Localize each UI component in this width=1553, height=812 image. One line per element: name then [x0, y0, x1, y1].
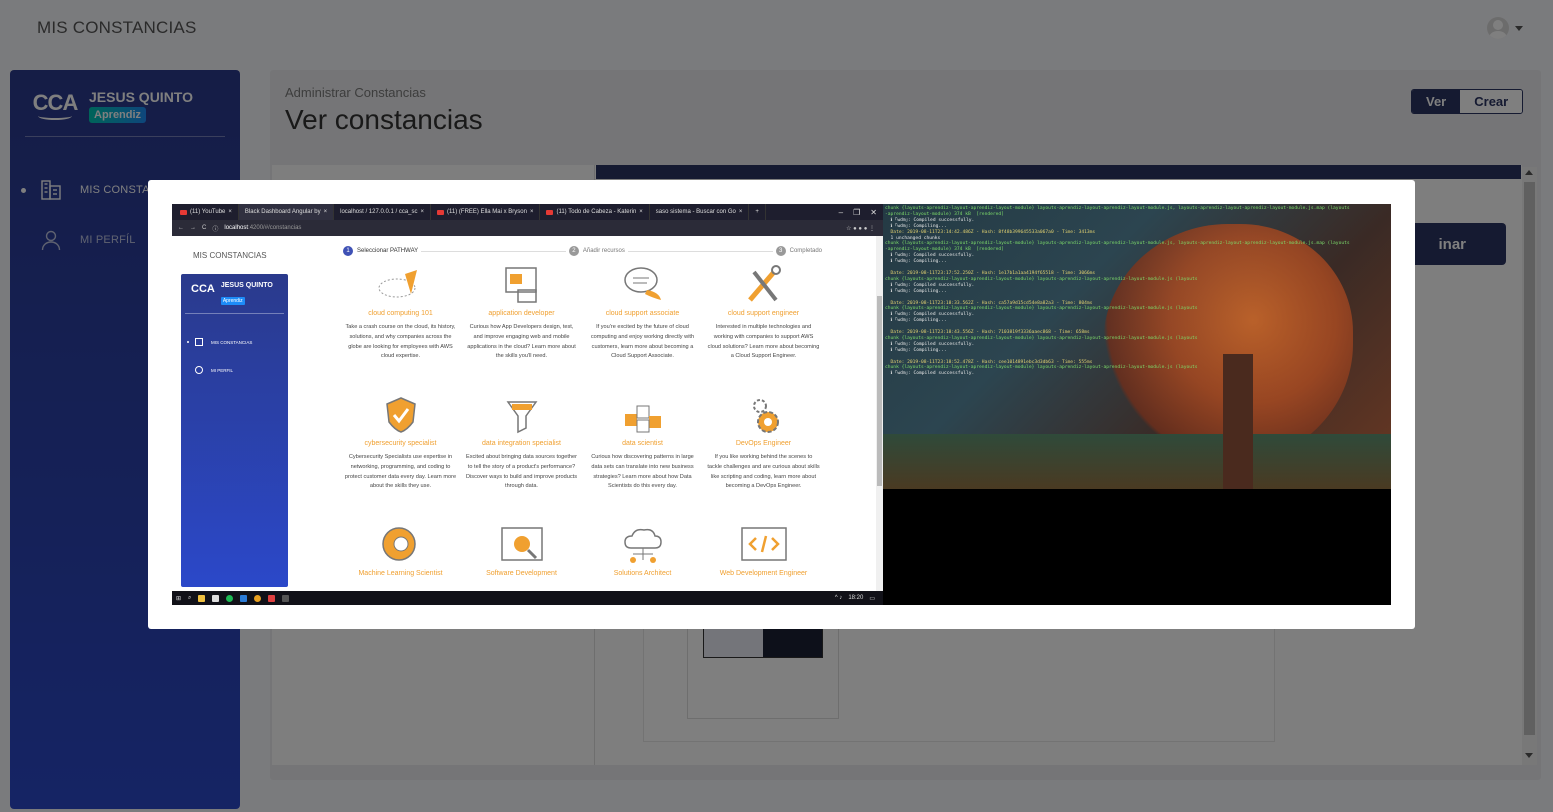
step-2: 2 Añadir recursos: [565, 246, 628, 256]
browser-tab: (11) (FREE) Ella Mai x Bryson ×: [431, 204, 541, 220]
stepper: 1 Seleccionar PATHWAY 2 Añadir recursos 3C…: [340, 244, 825, 258]
forward-icon: →: [190, 225, 196, 231]
image-preview-modal: (11) YouTube × Black Dashboard Angular b…: [148, 180, 1415, 629]
mini-role-badge: Aprendiz: [220, 297, 245, 305]
vscode-icon: [240, 594, 248, 602]
pathway-card: data scientist Curious how discovering p…: [582, 394, 703, 524]
funnel-icon: [506, 401, 537, 434]
pathway-card: application developer Curious how App De…: [461, 264, 582, 394]
notification-icon: ▭: [869, 595, 875, 602]
pathway-card: cloud support engineer Interested in mul…: [703, 264, 824, 394]
terminal-empty-area: [883, 489, 1391, 605]
windows-taskbar: ⊞ ⌕ ^ ♪ 18:20 ▭: [172, 591, 883, 605]
mini-cca-logo: CCA: [191, 283, 215, 295]
code-brackets-icon: [740, 527, 787, 561]
shield-check-icon: [385, 397, 416, 433]
building-icon: [195, 338, 203, 346]
browser-tabbar: (11) YouTube × Black Dashboard Angular b…: [172, 204, 883, 220]
constancia-screenshot: (11) YouTube × Black Dashboard Angular b…: [172, 204, 1391, 605]
youtube-icon: [180, 209, 187, 215]
url-text: localhost:4200/#/constancias: [224, 225, 302, 231]
mini-navbar-brand: MIS CONSTANCIAS: [193, 251, 267, 260]
step-1: 1 Seleccionar PATHWAY: [340, 246, 422, 256]
youtube-icon: [546, 209, 554, 215]
mini-sidebar-item: MI PERFIL: [181, 356, 288, 384]
mini-sidebar: CCA JESUS QUINTO Aprendiz MIS CONSTANCIA…: [181, 274, 288, 587]
folder-icon: [198, 594, 206, 602]
gears-icon: [752, 399, 779, 433]
window-controls: – ❐ ✕: [838, 207, 877, 217]
mini-sidebar-item: MIS CONSTANCIAS: [181, 328, 288, 356]
clock: 18:20: [848, 594, 864, 601]
mini-user-name: JESUS QUINTO: [220, 282, 273, 289]
browser-window: (11) YouTube × Black Dashboard Angular b…: [172, 204, 883, 605]
spotify-icon: [226, 594, 234, 602]
user-icon: [195, 366, 203, 374]
pathway-grid: cloud computing 101 Take a crash course …: [340, 264, 825, 605]
pathway-card: cloud support associate If you're excite…: [582, 264, 703, 394]
new-tab-icon: +: [749, 204, 766, 220]
cloud-network-icon: [623, 528, 662, 563]
browser-address-bar: ← → C ⓘ localhost:4200/#/constancias ☆ ●…: [172, 220, 883, 236]
terminal-window: chunk {layouts-aprendiz-layout-aprendiz-…: [883, 204, 1391, 489]
browser-page: MIS CONSTANCIAS CCA JESUS QUINTO Aprendi…: [172, 236, 883, 591]
chrome-icon: [254, 594, 262, 602]
back-icon: ←: [178, 225, 184, 231]
browser-scrollbar: [876, 236, 883, 591]
search-icon: ⌕: [188, 594, 192, 601]
pathway-card: DevOps Engineer If you like working behi…: [703, 394, 824, 524]
reload-icon: C: [202, 225, 207, 231]
wrench-screwdriver-icon: [747, 265, 781, 302]
code-search-icon: [500, 527, 543, 561]
pathway-card: cloud computing 101 Take a crash course …: [340, 264, 461, 394]
star-icon: ☆ ● ● ● ⋮: [846, 225, 875, 232]
browser-tab: (11) YouTube ×: [174, 204, 239, 220]
pathway-card: data integration specialist Excited abou…: [461, 394, 582, 524]
browser-tab: localhost / 127.0.0.1 / cca_sc ×: [334, 204, 432, 220]
system-tray: ^ ♪ 18:20 ▭: [834, 594, 875, 602]
browser-tab: Black Dashboard Angular by ×: [238, 204, 335, 220]
terminal-log: chunk {layouts-aprendiz-layout-aprendiz-…: [885, 206, 1350, 377]
good-place-to-start-icon: [378, 270, 417, 298]
windows-start-icon: ⊞: [176, 595, 182, 602]
chat-bubble-icon: [623, 267, 661, 300]
youtube-icon: [437, 209, 445, 215]
data-cubes-icon: [624, 405, 661, 433]
step-3: 3 Completado: [772, 246, 825, 256]
app-window-icon: [504, 267, 537, 303]
app-icon: [268, 594, 276, 602]
browser-tab: saso sistema - Buscar con Go ×: [650, 204, 750, 220]
browser-tab: (11) Todo de Cabeza - Katerin ×: [540, 204, 650, 220]
pathway-card: cybersecurity specialist Cybersecurity S…: [340, 394, 461, 524]
info-icon: ⓘ: [212, 226, 219, 233]
terminal-icon: [282, 594, 290, 602]
store-icon: [212, 594, 220, 602]
brain-gear-icon: [381, 527, 416, 561]
